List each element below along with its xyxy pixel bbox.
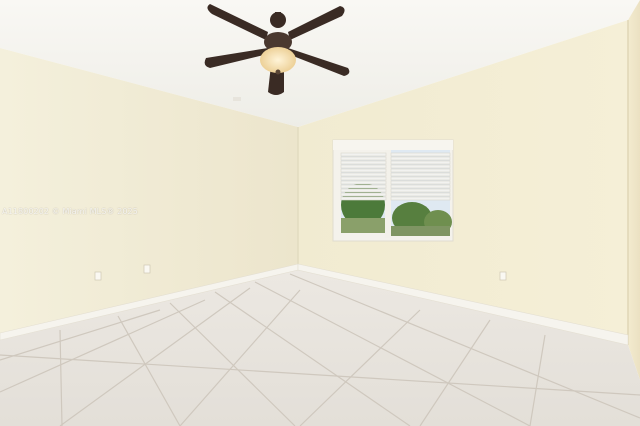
window [332, 139, 454, 242]
outlet [499, 271, 507, 281]
blind-slat [390, 196, 451, 201]
outlet [94, 271, 102, 281]
blind-slat [390, 152, 451, 157]
ceiling-vent [233, 97, 241, 101]
fan-light-bowl [260, 47, 296, 73]
blind-slat [390, 172, 451, 177]
blind-slat [340, 176, 387, 181]
blind-slat [390, 164, 451, 169]
blind-slat [340, 196, 387, 201]
blind-slat [340, 168, 387, 173]
blind-slat [390, 168, 451, 173]
outlet [143, 264, 151, 274]
photo-watermark: A11800202 © Miami MLS® 2025 [2, 207, 138, 216]
blind-slat [340, 172, 387, 177]
blind-slat [390, 180, 451, 185]
blind-slat [390, 156, 451, 161]
blind-slat [340, 184, 387, 189]
blind-slat [340, 180, 387, 185]
room-photo: A11800202 © Miami MLS® 2025 [0, 0, 640, 426]
blind-slat [390, 188, 451, 193]
blind-slat [340, 164, 387, 169]
blind-slat [340, 156, 387, 161]
blind-slat [390, 192, 451, 197]
blind-slat [340, 152, 387, 157]
blind-slat [390, 184, 451, 189]
blind-slat [340, 192, 387, 197]
right-wall [628, 0, 640, 380]
blind-slat [390, 160, 451, 165]
blind-slat [340, 188, 387, 193]
blind-slat [390, 176, 451, 181]
blind-slat [340, 160, 387, 165]
